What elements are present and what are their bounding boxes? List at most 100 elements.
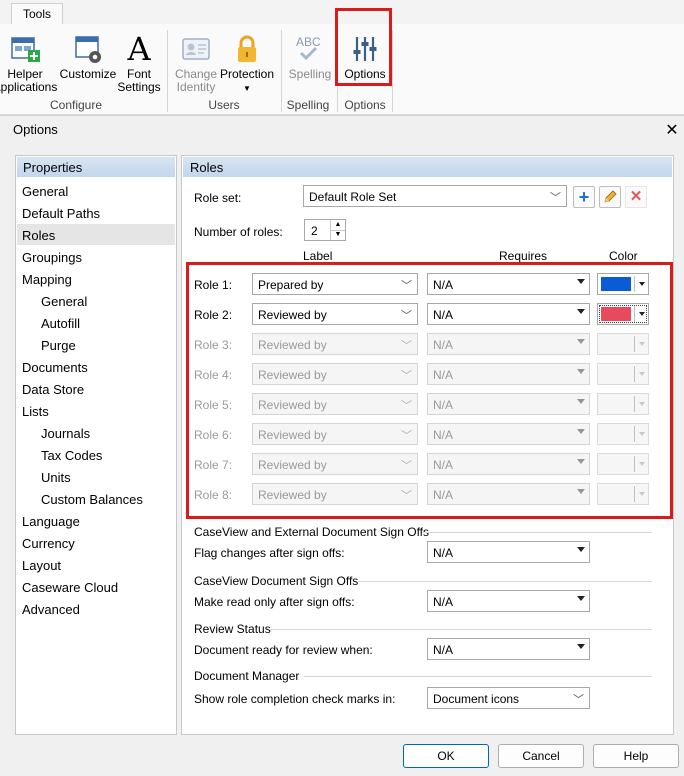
tree-item-currency[interactable]: Currency	[22, 536, 75, 551]
add-role-set-button[interactable]: +	[573, 186, 595, 208]
dialog-title: Options	[13, 122, 58, 137]
plus-icon: +	[578, 187, 590, 207]
protection-button[interactable]: Protection ▼	[218, 33, 276, 95]
check-marks-select[interactable]: Document icons ﹀	[427, 687, 590, 709]
document-ready-value: N/A	[433, 643, 454, 657]
delete-x-icon: ✕	[629, 188, 643, 205]
tree-item-purge[interactable]: Purge	[41, 338, 76, 353]
pencil-icon	[604, 190, 617, 203]
ok-button[interactable]: OK	[403, 744, 489, 768]
flag-changes-value: N/A	[433, 546, 454, 560]
make-read-only-label: Make read only after sign offs:	[194, 595, 355, 609]
tree-item-units[interactable]: Units	[41, 470, 71, 485]
tree-item-default-paths[interactable]: Default Paths	[22, 206, 100, 221]
change-identity-button[interactable]: Change Identity	[172, 33, 220, 94]
section-title-caseview-external: CaseView and External Document Sign Offs	[194, 525, 430, 539]
cancel-button[interactable]: Cancel	[498, 744, 584, 768]
font-settings-button[interactable]: A Font Settings	[116, 33, 162, 94]
helper-label-1: Helper	[7, 67, 43, 81]
group-separator	[392, 30, 393, 112]
spelling-button[interactable]: ABC Spelling	[285, 33, 335, 81]
helper-label-2: Applications	[0, 80, 58, 94]
roles-header-label: Roles	[190, 160, 224, 175]
check-marks-label: Show role completion check marks in:	[194, 692, 396, 706]
tree-item-groupings[interactable]: Groupings	[22, 250, 82, 265]
help-button[interactable]: Help	[593, 744, 679, 768]
svg-text:ABC: ABC	[296, 35, 321, 49]
protection-label: Protection	[219, 67, 275, 81]
document-ready-select[interactable]: N/A	[427, 638, 590, 660]
tree-item-language[interactable]: Language	[22, 514, 80, 529]
section-title-caseview-document: CaseView Document Sign Offs	[194, 574, 359, 588]
check-marks-value: Document icons	[433, 692, 520, 706]
tree-item-lists[interactable]: Lists	[22, 404, 49, 419]
tree-item-caseware-cloud[interactable]: Caseware Cloud	[22, 580, 118, 595]
flag-changes-label: Flag changes after sign offs:	[194, 546, 345, 560]
customize-icon	[75, 36, 101, 63]
document-ready-label: Document ready for review when:	[194, 643, 373, 657]
protection-dropdown-icon: ▼	[243, 84, 251, 93]
tree-item-autofill[interactable]: Autofill	[41, 316, 80, 331]
group-spelling-label: Spelling	[286, 98, 330, 112]
chevron-down-icon: ﹀	[550, 192, 561, 204]
tree-item-data-store[interactable]: Data Store	[22, 382, 84, 397]
close-icon[interactable]: ✕	[664, 120, 680, 140]
properties-tree: Properties General Default Paths Roles G…	[15, 155, 177, 735]
roles-header: Roles	[183, 157, 672, 177]
edit-role-set-button[interactable]	[599, 186, 621, 208]
group-separator	[281, 30, 282, 112]
spin-down-icon[interactable]: ▼	[330, 230, 345, 240]
make-read-only-value: N/A	[433, 595, 454, 609]
tab-tools[interactable]: Tools	[11, 3, 63, 25]
tree-item-mapping-general[interactable]: General	[41, 294, 87, 309]
font-label-2: Settings	[117, 80, 161, 94]
options-highlight-box	[335, 8, 392, 86]
group-users-label: Users	[208, 98, 240, 112]
delete-role-set-button[interactable]: ✕	[625, 186, 647, 208]
tree-item-roles[interactable]: Roles	[22, 228, 55, 243]
number-of-roles-spinner[interactable]: 2 ▲ ▼	[304, 219, 346, 241]
flag-changes-select[interactable]: N/A	[427, 541, 590, 563]
tree-item-custom-balances[interactable]: Custom Balances	[41, 492, 143, 507]
group-configure-label: Configure	[49, 98, 103, 112]
chevron-down-icon: ﹀	[573, 694, 584, 706]
make-read-only-select[interactable]: N/A	[427, 590, 590, 612]
tree-item-general[interactable]: General	[22, 184, 68, 199]
number-of-roles-label: Number of roles:	[194, 225, 283, 239]
role-set-label: Role set:	[194, 191, 242, 205]
number-of-roles-value: 2	[311, 224, 318, 238]
column-label-header: Label	[303, 249, 333, 263]
dropdown-arrow-icon	[577, 596, 585, 601]
identity-card-icon	[182, 38, 210, 60]
spelling-label: Spelling	[288, 67, 332, 81]
helper-applications-icon	[11, 37, 40, 62]
tree-item-advanced[interactable]: Advanced	[22, 602, 80, 617]
role-set-value: Default Role Set	[309, 190, 397, 204]
section-divider	[304, 676, 652, 677]
tree-item-documents[interactable]: Documents	[22, 360, 88, 375]
customize-label: Customize	[59, 67, 117, 81]
properties-header-label: Properties	[23, 160, 83, 175]
change-identity-label-1: Change	[174, 67, 218, 81]
lock-icon	[238, 35, 256, 62]
helper-applications-button[interactable]: Helper Applications	[0, 33, 58, 94]
tree-item-journals[interactable]: Journals	[41, 426, 90, 441]
tree-item-tax-codes[interactable]: Tax Codes	[41, 448, 102, 463]
font-label-1: Font	[126, 67, 151, 81]
change-identity-label-2: Identity	[176, 80, 216, 94]
section-divider	[358, 581, 652, 582]
dropdown-arrow-icon	[577, 547, 585, 552]
group-separator	[167, 30, 168, 112]
tree-item-mapping[interactable]: Mapping	[22, 272, 72, 287]
properties-header: Properties	[17, 157, 175, 177]
tree-item-layout[interactable]: Layout	[22, 558, 61, 573]
spelling-check-icon: ABC	[296, 35, 321, 61]
group-options-label: Options	[344, 98, 386, 112]
section-title-document-manager: Document Manager	[194, 669, 300, 683]
section-divider	[270, 629, 652, 630]
role-set-select[interactable]: Default Role Set ﹀	[303, 185, 567, 207]
roles-highlight-box	[186, 262, 673, 519]
dropdown-arrow-icon	[577, 644, 585, 649]
customize-button[interactable]: Customize	[58, 33, 118, 81]
section-title-review-status: Review Status	[194, 622, 271, 636]
